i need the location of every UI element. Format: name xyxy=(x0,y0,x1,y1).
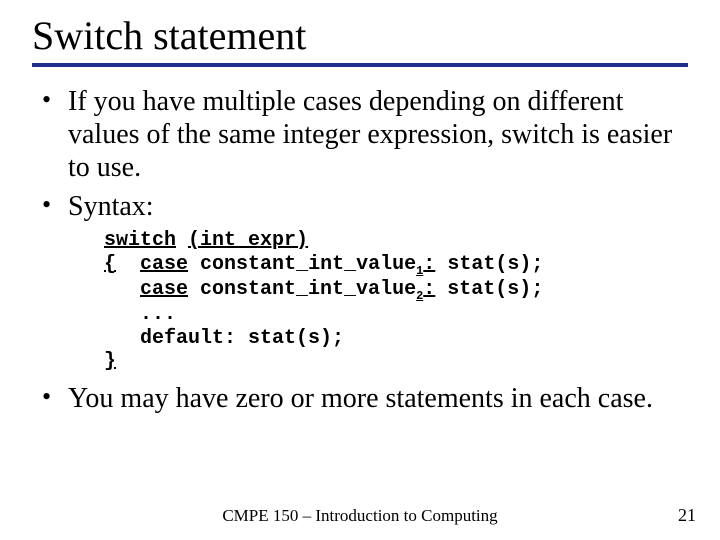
code-case2: case xyxy=(140,278,188,301)
code-colon2: : xyxy=(423,278,435,301)
bullet-list-2: You may have zero or more statements in … xyxy=(32,382,688,415)
code-case1: case xyxy=(140,253,188,276)
slide-number: 21 xyxy=(678,505,696,526)
code-block: switch (int_expr) { case constant_int_va… xyxy=(104,229,688,374)
code-sp xyxy=(176,229,188,252)
code-ellipsis: ... xyxy=(104,303,176,326)
code-lbrace: { xyxy=(104,253,116,276)
code-const2: constant_int_value xyxy=(188,278,416,301)
code-rbrace: } xyxy=(104,350,116,373)
bullet-3: You may have zero or more statements in … xyxy=(32,382,688,415)
code-sp3 xyxy=(104,278,140,301)
slide-title: Switch statement xyxy=(32,12,688,59)
bullet-1: If you have multiple cases depending on … xyxy=(32,85,688,184)
code-kw-switch: switch xyxy=(104,229,176,252)
code-sp2 xyxy=(116,253,140,276)
code-colon1: : xyxy=(423,253,435,276)
code-stat2: stat(s); xyxy=(435,278,543,301)
code-stat1: stat(s); xyxy=(435,253,543,276)
footer-course: CMPE 150 – Introduction to Computing xyxy=(0,506,720,526)
code-const1: constant_int_value xyxy=(188,253,416,276)
code-int-expr: (int_expr) xyxy=(188,229,308,252)
bullet-2: Syntax: xyxy=(32,190,688,223)
code-default: default: stat(s); xyxy=(104,327,344,350)
bullet-list: If you have multiple cases depending on … xyxy=(32,85,688,223)
title-underline xyxy=(32,63,688,67)
